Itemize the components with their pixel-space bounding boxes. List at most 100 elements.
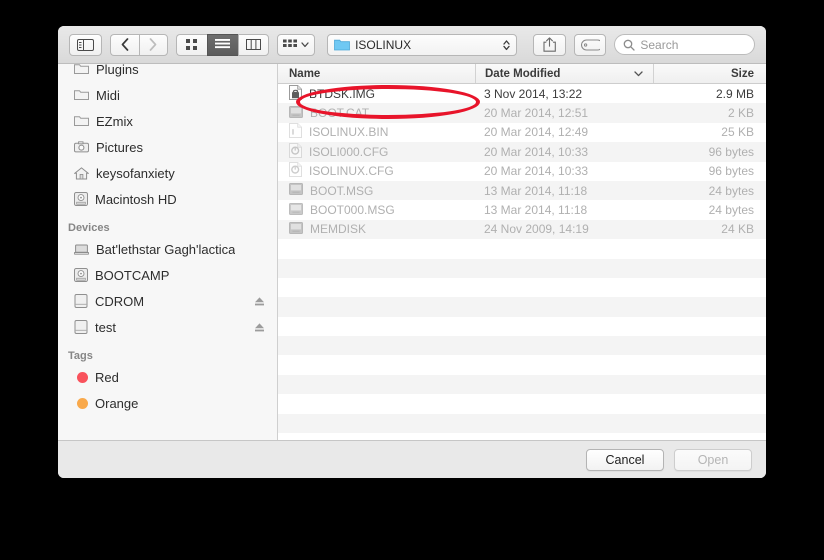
file-size-cell: 2.9 MB: [715, 86, 754, 101]
file-name-cell: ISOLI000.CFG: [278, 142, 475, 161]
file-size-cell: 96 bytes: [708, 144, 754, 159]
table-row[interactable]: ISOLINUX.CFG 20 Mar 2014, 10:33 96 bytes: [278, 162, 766, 181]
sidebar-item-label: Bat'lethstar Gagh'lactica: [96, 241, 236, 257]
open-button[interactable]: Open: [674, 448, 752, 471]
file-name-cell: ISOLINUX.CFG: [278, 162, 475, 180]
tag-color-dot: [77, 371, 88, 383]
tag-color-dot: [77, 397, 88, 409]
arrange-button[interactable]: [276, 33, 316, 56]
file-name-cell: MEMDISK: [278, 221, 475, 237]
removable-disk-icon: [74, 294, 88, 308]
open-file-dialog: ISOLINUX Search Plugins Midi EZmix Pictu…: [58, 26, 766, 478]
sidebar-item-tag-red[interactable]: Red: [58, 364, 277, 390]
file-name-label: ISOLINUX.BIN: [309, 125, 389, 140]
sidebar-item-test[interactable]: test: [58, 314, 277, 340]
sidebar-item-cdrom[interactable]: CDROM: [58, 288, 277, 314]
icon-view-button[interactable]: [175, 33, 207, 56]
file-list-header: Name Date Modified Size: [278, 64, 766, 84]
removable-disk-icon: [74, 320, 88, 334]
file-size-cell: 24 bytes: [708, 203, 754, 218]
file-size-cell: 25 KB: [721, 125, 754, 140]
file-date-cell: 20 Mar 2014, 10:33: [484, 164, 589, 179]
forward-button[interactable]: [138, 33, 168, 56]
file-name-label: ISOLINUX.CFG: [309, 164, 394, 179]
empty-row: [278, 278, 766, 297]
table-row[interactable]: MEMDISK 24 Nov 2009, 14:19 24 KB: [278, 219, 766, 240]
tag-icon: [580, 38, 600, 51]
table-row[interactable]: ISOLINUX.BIN 20 Mar 2014, 12:49 25 KB: [278, 123, 766, 142]
sidebar-item-label: test: [95, 319, 116, 335]
file-date-cell: 20 Mar 2014, 12:49: [484, 125, 589, 140]
sidebar[interactable]: Plugins Midi EZmix Pictures keysofanxiet…: [58, 64, 278, 440]
column-header-date-modified[interactable]: Date Modified: [475, 64, 653, 83]
table-row[interactable]: BOOT.MSG 13 Mar 2014, 11:18 24 bytes: [278, 180, 766, 201]
folder-icon: [74, 64, 89, 74]
empty-row: [278, 317, 766, 336]
file-name-label: BOOT.MSG: [310, 183, 374, 198]
column-view-button[interactable]: [237, 33, 269, 56]
folder-icon: [74, 90, 89, 100]
file-size-cell: 24 KB: [721, 222, 754, 237]
empty-row: [278, 374, 766, 395]
sidebar-item-bootcamp[interactable]: BOOTCAMP: [58, 262, 277, 288]
navigation-buttons: [109, 33, 168, 56]
eject-icon[interactable]: [254, 322, 265, 333]
sidebar-section-devices: Devices: [68, 222, 110, 234]
file-date-cell: 20 Mar 2014, 10:33: [484, 144, 589, 159]
camera-icon: [74, 141, 89, 153]
sidebar-item-pictures[interactable]: Pictures: [58, 134, 277, 160]
path-popup-button[interactable]: ISOLINUX: [327, 33, 518, 56]
sidebar-item-macintosh-hd[interactable]: Macintosh HD: [58, 186, 277, 212]
folder-icon: [334, 39, 350, 51]
file-size-cell: 2 KB: [727, 106, 754, 121]
dialog-footer: Cancel Open: [58, 440, 766, 478]
table-row[interactable]: BOOT.CAT 20 Mar 2014, 12:51 2 KB: [278, 103, 766, 123]
table-row[interactable]: ISOLI000.CFG 20 Mar 2014, 10:33 96 bytes: [278, 142, 766, 162]
sidebar-item-keysofanxiety[interactable]: keysofanxiety: [58, 160, 277, 186]
tags-button[interactable]: [573, 33, 607, 56]
file-name-label: MEMDISK: [310, 222, 367, 237]
table-row[interactable]: BOOT000.MSG 13 Mar 2014, 11:18 24 bytes: [278, 200, 766, 219]
empty-row: [278, 413, 766, 434]
sidebar-item-batlethstar[interactable]: Bat'lethstar Gagh'lactica: [58, 236, 277, 262]
file-list-pane: Name Date Modified Size BTDSK.IMG 3 Nov 2…: [278, 64, 766, 440]
list-icon: [215, 39, 231, 49]
dialog-body: Plugins Midi EZmix Pictures keysofanxiet…: [58, 64, 766, 440]
sidebar-item-midi[interactable]: Midi: [58, 82, 277, 108]
sidebar-item-label: keysofanxiety: [96, 165, 175, 181]
sidebar-item-tag-orange[interactable]: Orange: [58, 390, 277, 416]
columns-icon: [245, 39, 261, 50]
sidebar-item-plugins[interactable]: Plugins: [58, 64, 277, 82]
file-rows-container[interactable]: BTDSK.IMG 3 Nov 2014, 13:22 2.9 MB BOOT.CAT…: [278, 84, 766, 440]
search-input[interactable]: Search: [614, 34, 755, 55]
file-size-cell: 24 bytes: [708, 183, 754, 198]
file-name-cell: BOOT.MSG: [278, 183, 475, 198]
file-name-cell: BOOT000.MSG: [278, 202, 475, 218]
sidebar-toggle-button[interactable]: [69, 33, 102, 56]
column-header-name[interactable]: Name: [278, 68, 475, 80]
file-name-cell: BTDSK.IMG: [278, 84, 475, 103]
sidebar-item-label: Red: [95, 369, 119, 385]
list-view-button[interactable]: [206, 33, 238, 56]
updown-chevron-icon: [503, 39, 510, 50]
config-file-icon: [289, 142, 302, 161]
back-button[interactable]: [109, 33, 139, 56]
sidebar-section-tags: Tags: [68, 350, 93, 362]
chevron-down-icon: [301, 41, 309, 47]
eject-icon[interactable]: [254, 296, 265, 307]
file-name-cell: BOOT.CAT: [278, 105, 475, 121]
msg-file-icon: [289, 221, 303, 237]
column-header-size[interactable]: Size: [653, 64, 766, 83]
empty-row: [278, 355, 766, 374]
file-name-label: BTDSK.IMG: [309, 86, 376, 101]
sidebar-item-label: Pictures: [96, 139, 143, 155]
file-date-cell: 20 Mar 2014, 12:51: [484, 106, 589, 121]
cancel-button[interactable]: Cancel: [586, 448, 664, 471]
sidebar-item-label: Macintosh HD: [95, 191, 177, 207]
file-name-label: BOOT000.MSG: [310, 203, 395, 218]
table-row[interactable]: BTDSK.IMG 3 Nov 2014, 13:22 2.9 MB: [278, 84, 766, 103]
file-date-cell: 3 Nov 2014, 13:22: [484, 86, 583, 101]
empty-row: [278, 258, 766, 278]
share-button[interactable]: [533, 33, 566, 56]
sidebar-item-ezmix[interactable]: EZmix: [58, 108, 277, 134]
